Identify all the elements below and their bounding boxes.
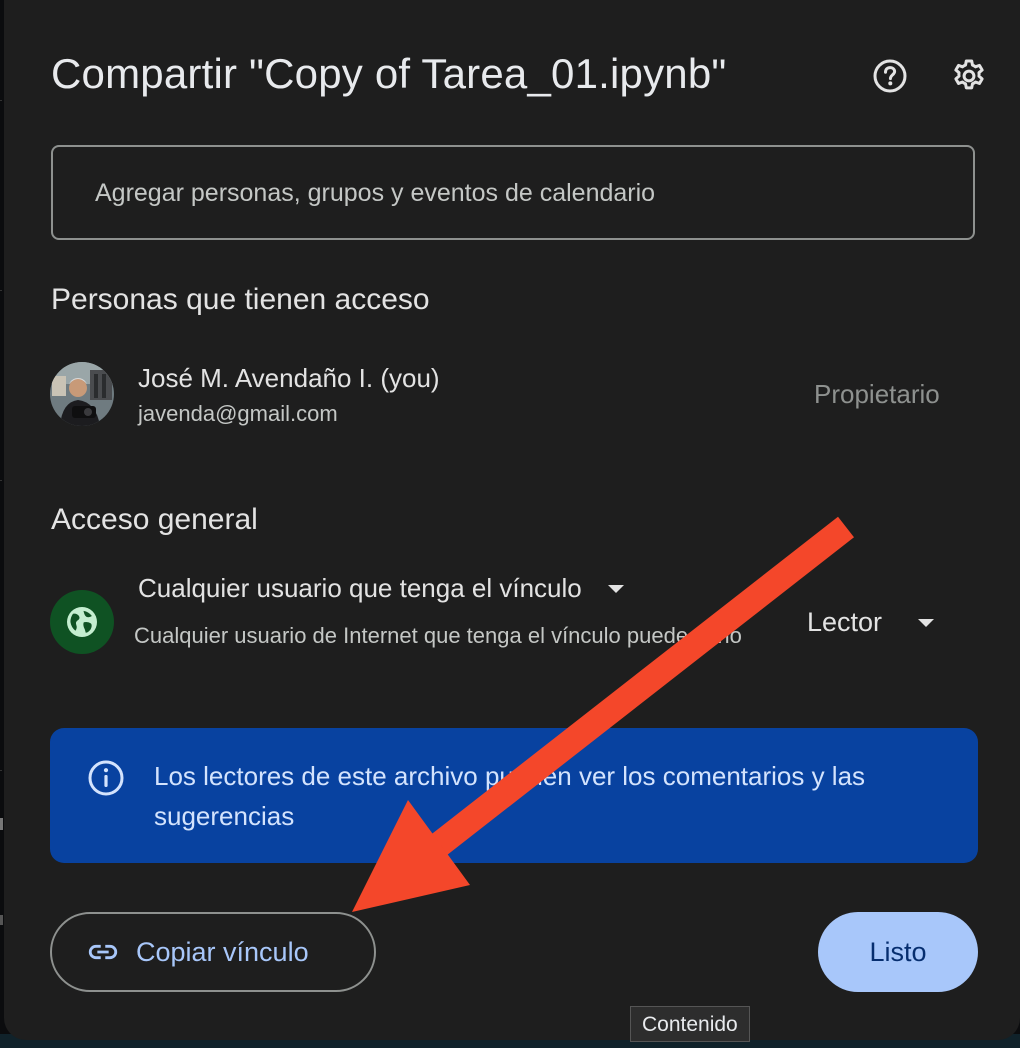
- person-role: Propietario: [814, 379, 940, 409]
- general-access-dropdown[interactable]: Cualquier usuario que tenga el vínculo: [138, 570, 624, 606]
- done-label: Listo: [869, 936, 927, 967]
- info-banner: Los lectores de este archivo pueden ver …: [50, 728, 978, 863]
- dialog-title: Compartir "Copy of Tarea_01.ipynb": [51, 50, 727, 97]
- general-access-label: Cualquier usuario que tenga el vínculo: [138, 573, 582, 603]
- help-circle-icon: [873, 59, 907, 93]
- user-photo: [50, 362, 114, 426]
- role-dropdown[interactable]: Lector: [807, 604, 935, 640]
- add-people-field[interactable]: [51, 145, 975, 240]
- caret-down-icon: [918, 619, 935, 627]
- share-dialog: Compartir "Copy of Tarea_01.ipynb" Perso…: [4, 0, 1020, 1040]
- tooltip: Contenido: [630, 1006, 750, 1042]
- avatar: [50, 362, 114, 426]
- link-icon: [88, 944, 118, 960]
- general-access-description: Cualquier usuario de Internet que tenga …: [134, 623, 742, 648]
- info-banner-text: Los lectores de este archivo pueden ver …: [154, 761, 866, 831]
- gear-icon: [954, 59, 984, 90]
- caret-down-icon: [607, 585, 624, 593]
- general-access-heading: Acceso general: [51, 503, 258, 536]
- globe-icon: [67, 607, 97, 637]
- person-email: javenda@gmail.com: [138, 401, 338, 426]
- info-icon: [88, 760, 124, 796]
- globe-badge: [50, 590, 114, 654]
- people-with-access-heading: Personas que tienen acceso: [51, 283, 430, 316]
- copy-link-label: Copiar vínculo: [136, 936, 309, 967]
- help-button[interactable]: [870, 56, 910, 96]
- role-label: Lector: [807, 607, 883, 637]
- copy-link-button[interactable]: Copiar vínculo: [50, 912, 376, 992]
- done-button[interactable]: Listo: [818, 912, 978, 992]
- person-name: José M. Avendaño I. (you): [138, 363, 440, 393]
- settings-button[interactable]: [949, 56, 989, 96]
- add-people-input[interactable]: [93, 147, 957, 240]
